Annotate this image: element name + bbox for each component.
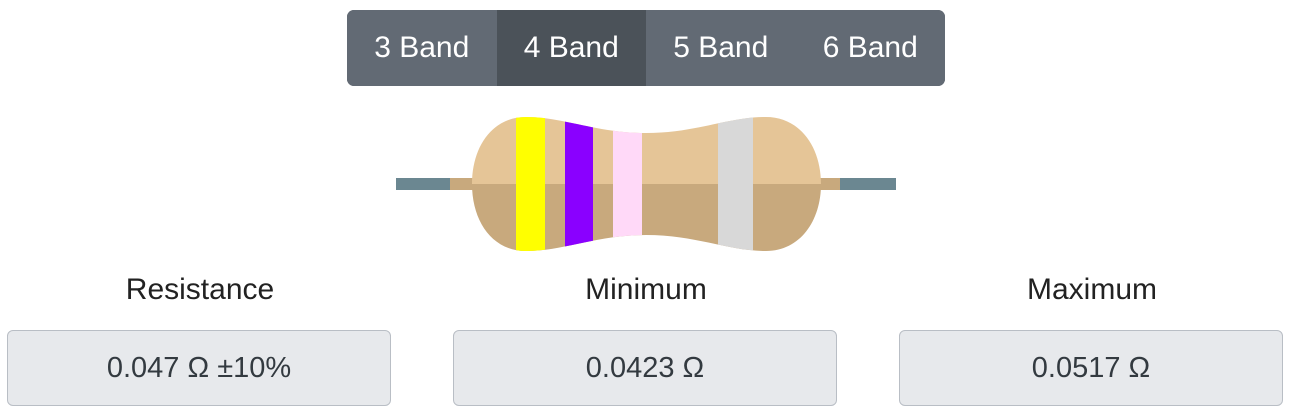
maximum-label: Maximum [1026,273,1157,306]
band-option-5[interactable]: 5 Band [646,10,796,86]
minimum-section: Minimum 0.0423 Ω [453,270,839,406]
resistor-graphic [396,117,896,251]
resistance-section: Resistance 0.047 Ω ±10% [7,270,393,406]
resistance-value: 0.047 Ω ±10% [7,330,391,406]
band-2 [565,117,593,251]
maximum-value: 0.0517 Ω [899,330,1283,406]
band-1 [516,117,545,251]
resistor-calculator: 3 Band 4 Band 5 Band 6 Band Resistance 0… [0,0,1292,418]
band-tolerance [718,117,753,251]
band-multiplier [613,117,642,251]
lead-left [396,178,452,190]
resistance-label: Resistance [125,273,275,306]
band-option-4[interactable]: 4 Band [496,10,646,86]
lead-right [840,178,896,190]
band-option-3[interactable]: 3 Band [347,10,497,86]
band-option-6[interactable]: 6 Band [795,10,945,86]
minimum-label: Minimum [585,273,707,306]
maximum-section: Maximum 0.0517 Ω [899,270,1285,406]
minimum-value: 0.0423 Ω [453,330,837,406]
band-count-selector: 3 Band 4 Band 5 Band 6 Band [347,10,945,86]
